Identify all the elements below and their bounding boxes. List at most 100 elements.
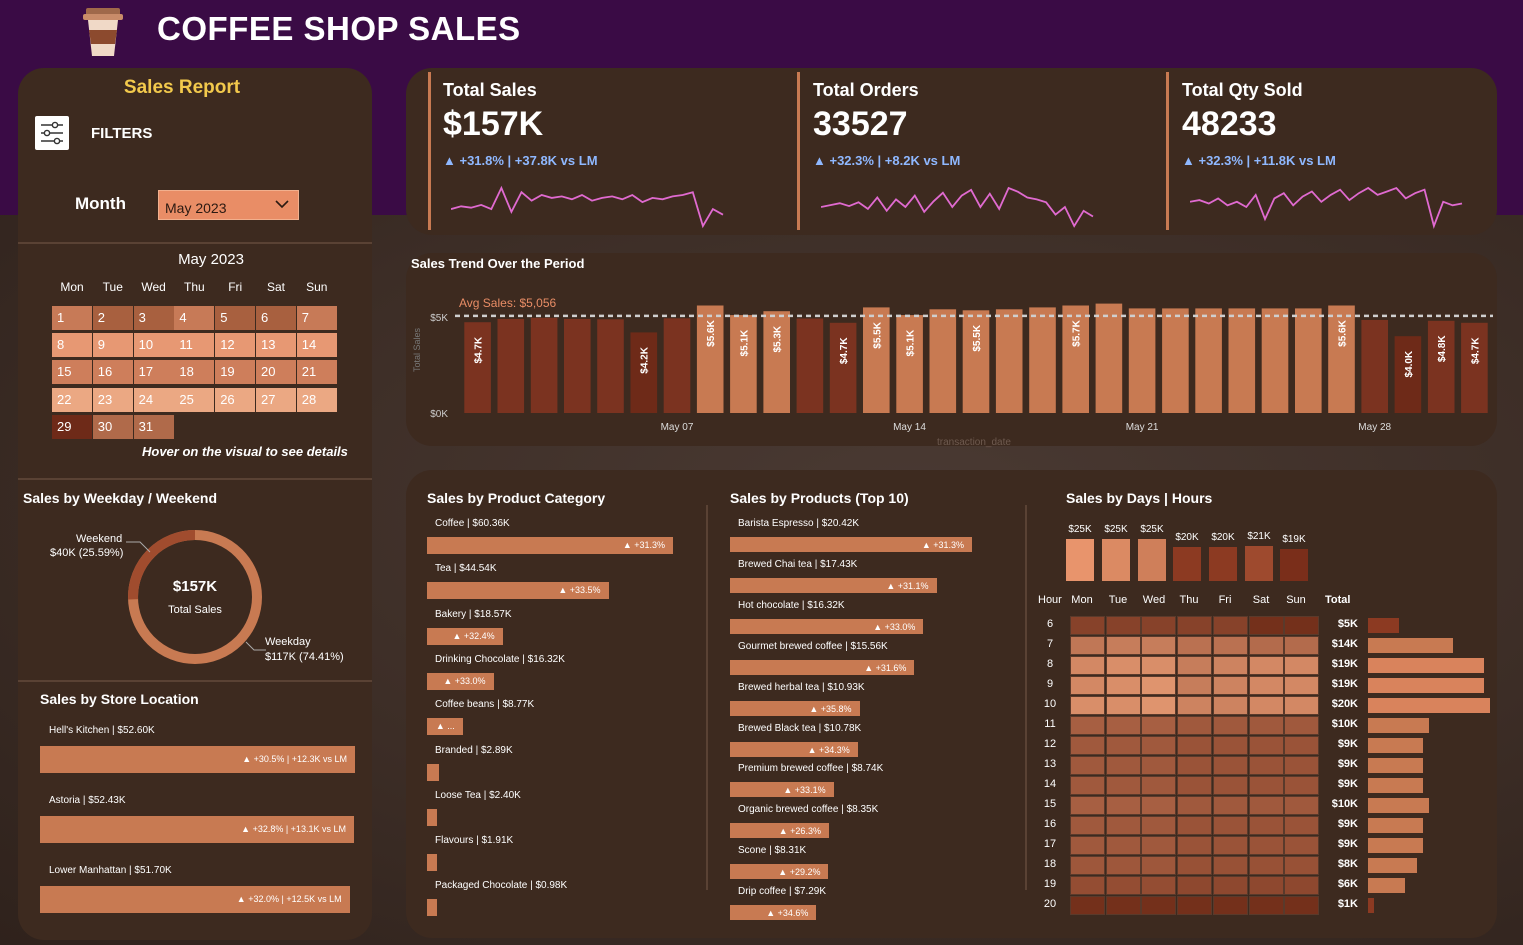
heatmap-cell[interactable] bbox=[1105, 656, 1141, 675]
heatmap-cell[interactable] bbox=[1177, 676, 1213, 695]
heatmap-cell[interactable] bbox=[1070, 796, 1105, 815]
heatmap-cell[interactable] bbox=[1141, 776, 1177, 795]
heatmap-cell[interactable] bbox=[1070, 616, 1105, 635]
heatmap-cell[interactable] bbox=[1284, 876, 1320, 895]
heatmap-cell[interactable] bbox=[1105, 776, 1141, 795]
filters-button[interactable]: FILTERS bbox=[35, 116, 175, 152]
heatmap-cell[interactable] bbox=[1141, 796, 1177, 815]
heatmap-cell[interactable] bbox=[1212, 696, 1248, 715]
calendar-day[interactable]: 30 bbox=[92, 414, 133, 439]
heatmap-cell[interactable] bbox=[1212, 616, 1248, 635]
hour-total-bar[interactable] bbox=[1368, 858, 1417, 873]
hour-total-bar[interactable] bbox=[1368, 618, 1399, 633]
products-bar[interactable]: ▲ +31.3% bbox=[730, 537, 972, 552]
heatmap-cell[interactable] bbox=[1177, 736, 1213, 755]
heatmap-cell[interactable] bbox=[1070, 676, 1105, 695]
heatmap-cell[interactable] bbox=[1070, 716, 1105, 735]
day-total-bar[interactable] bbox=[1245, 545, 1273, 581]
heatmap-cell[interactable] bbox=[1212, 796, 1248, 815]
heatmap-cell[interactable] bbox=[1141, 636, 1177, 655]
heatmap-cell[interactable] bbox=[1248, 776, 1284, 795]
heatmap-cell[interactable] bbox=[1248, 896, 1284, 915]
store-bar[interactable]: ▲ +30.5% | +12.3K vs LM bbox=[40, 746, 355, 773]
heatmap-cell[interactable] bbox=[1284, 616, 1320, 635]
heatmap-cell[interactable] bbox=[1105, 816, 1141, 835]
heatmap-cell[interactable] bbox=[1141, 656, 1177, 675]
heatmap-cell[interactable] bbox=[1248, 796, 1284, 815]
calendar-day[interactable]: 20 bbox=[256, 360, 296, 385]
hour-total-bar[interactable] bbox=[1368, 738, 1423, 753]
hour-total-bar[interactable] bbox=[1368, 838, 1423, 853]
hour-total-bar[interactable] bbox=[1368, 778, 1423, 793]
calendar-day[interactable]: 7 bbox=[296, 306, 337, 330]
calendar-day[interactable]: 28 bbox=[296, 387, 337, 412]
calendar-day[interactable]: 22 bbox=[52, 387, 92, 412]
heatmap-cell[interactable] bbox=[1105, 636, 1141, 655]
day-total-bar[interactable] bbox=[1102, 539, 1130, 581]
store-bar[interactable]: ▲ +32.8% | +13.1K vs LM bbox=[40, 816, 354, 843]
heatmap-cell[interactable] bbox=[1284, 776, 1320, 795]
heatmap-cell[interactable] bbox=[1212, 636, 1248, 655]
calendar-day[interactable]: 23 bbox=[92, 387, 133, 412]
calendar-day[interactable]: 2 bbox=[92, 306, 133, 330]
calendar-day[interactable]: 19 bbox=[215, 360, 256, 385]
heatmap-cell[interactable] bbox=[1284, 836, 1320, 855]
hour-total-bar[interactable] bbox=[1368, 898, 1375, 913]
hour-total-bar[interactable] bbox=[1368, 878, 1405, 893]
products-bar[interactable]: ▲ +34.3% bbox=[730, 741, 858, 757]
heatmap-cell[interactable] bbox=[1212, 656, 1248, 675]
kpi-sparkline[interactable] bbox=[1190, 182, 1470, 232]
day-total-bar[interactable] bbox=[1138, 539, 1166, 581]
heatmap-cell[interactable] bbox=[1105, 736, 1141, 755]
heatmap-cell[interactable] bbox=[1105, 676, 1141, 695]
heatmap-cell[interactable] bbox=[1070, 896, 1105, 915]
heatmap-cell[interactable] bbox=[1177, 656, 1213, 675]
kpi-sparkline[interactable] bbox=[451, 182, 731, 232]
hour-total-bar[interactable] bbox=[1368, 678, 1484, 693]
products-bar[interactable]: ▲ +31.6% bbox=[730, 659, 915, 675]
category-bar[interactable]: ▲ +31.3% bbox=[427, 537, 673, 554]
heatmap-cell[interactable] bbox=[1212, 736, 1248, 755]
heatmap-cell[interactable] bbox=[1212, 776, 1248, 795]
heatmap-cell[interactable] bbox=[1141, 736, 1177, 755]
heatmap-cell[interactable] bbox=[1177, 836, 1213, 855]
heatmap-cell[interactable] bbox=[1248, 856, 1284, 875]
category-bar[interactable]: ▲ +33.5% bbox=[427, 582, 609, 600]
heatmap-cell[interactable] bbox=[1248, 636, 1284, 655]
heatmap-cell[interactable] bbox=[1141, 676, 1177, 695]
heatmap-cell[interactable] bbox=[1284, 856, 1320, 875]
products-bar[interactable]: ▲ +29.2% bbox=[730, 864, 829, 880]
heatmap-cell[interactable] bbox=[1212, 856, 1248, 875]
heatmap-cell[interactable] bbox=[1070, 696, 1105, 715]
heatmap-cell[interactable] bbox=[1141, 816, 1177, 835]
hour-total-bar[interactable] bbox=[1368, 638, 1454, 653]
heatmap-cell[interactable] bbox=[1141, 836, 1177, 855]
heatmap-cell[interactable] bbox=[1212, 816, 1248, 835]
calendar-day[interactable]: 15 bbox=[52, 360, 92, 385]
heatmap-cell[interactable] bbox=[1070, 656, 1105, 675]
heatmap-cell[interactable] bbox=[1070, 876, 1105, 895]
heatmap-cell[interactable] bbox=[1141, 696, 1177, 715]
heatmap-cell[interactable] bbox=[1248, 676, 1284, 695]
heatmap-cell[interactable] bbox=[1141, 616, 1177, 635]
heatmap-cell[interactable] bbox=[1284, 816, 1320, 835]
heatmap-cell[interactable] bbox=[1212, 836, 1248, 855]
calendar-day[interactable]: 16 bbox=[92, 360, 133, 385]
heatmap-cell[interactable] bbox=[1105, 836, 1141, 855]
heatmap-cell[interactable] bbox=[1284, 896, 1320, 915]
heatmap-cell[interactable] bbox=[1141, 756, 1177, 775]
heatmap-cell[interactable] bbox=[1284, 756, 1320, 775]
heatmap-cell[interactable] bbox=[1105, 856, 1141, 875]
calendar-day[interactable]: 3 bbox=[133, 306, 174, 330]
heatmap-cell[interactable] bbox=[1248, 656, 1284, 675]
heatmap-cell[interactable] bbox=[1105, 756, 1141, 775]
heatmap-cell[interactable] bbox=[1248, 756, 1284, 775]
heatmap-cell[interactable] bbox=[1070, 836, 1105, 855]
heatmap-cell[interactable] bbox=[1177, 876, 1213, 895]
category-bar[interactable] bbox=[427, 808, 437, 826]
kpi-sparkline[interactable] bbox=[821, 182, 1101, 232]
heatmap-cell[interactable] bbox=[1212, 876, 1248, 895]
heatmap-cell[interactable] bbox=[1070, 776, 1105, 795]
category-bar[interactable]: ▲ +33.0% bbox=[427, 672, 494, 690]
day-total-bar[interactable] bbox=[1280, 549, 1308, 581]
